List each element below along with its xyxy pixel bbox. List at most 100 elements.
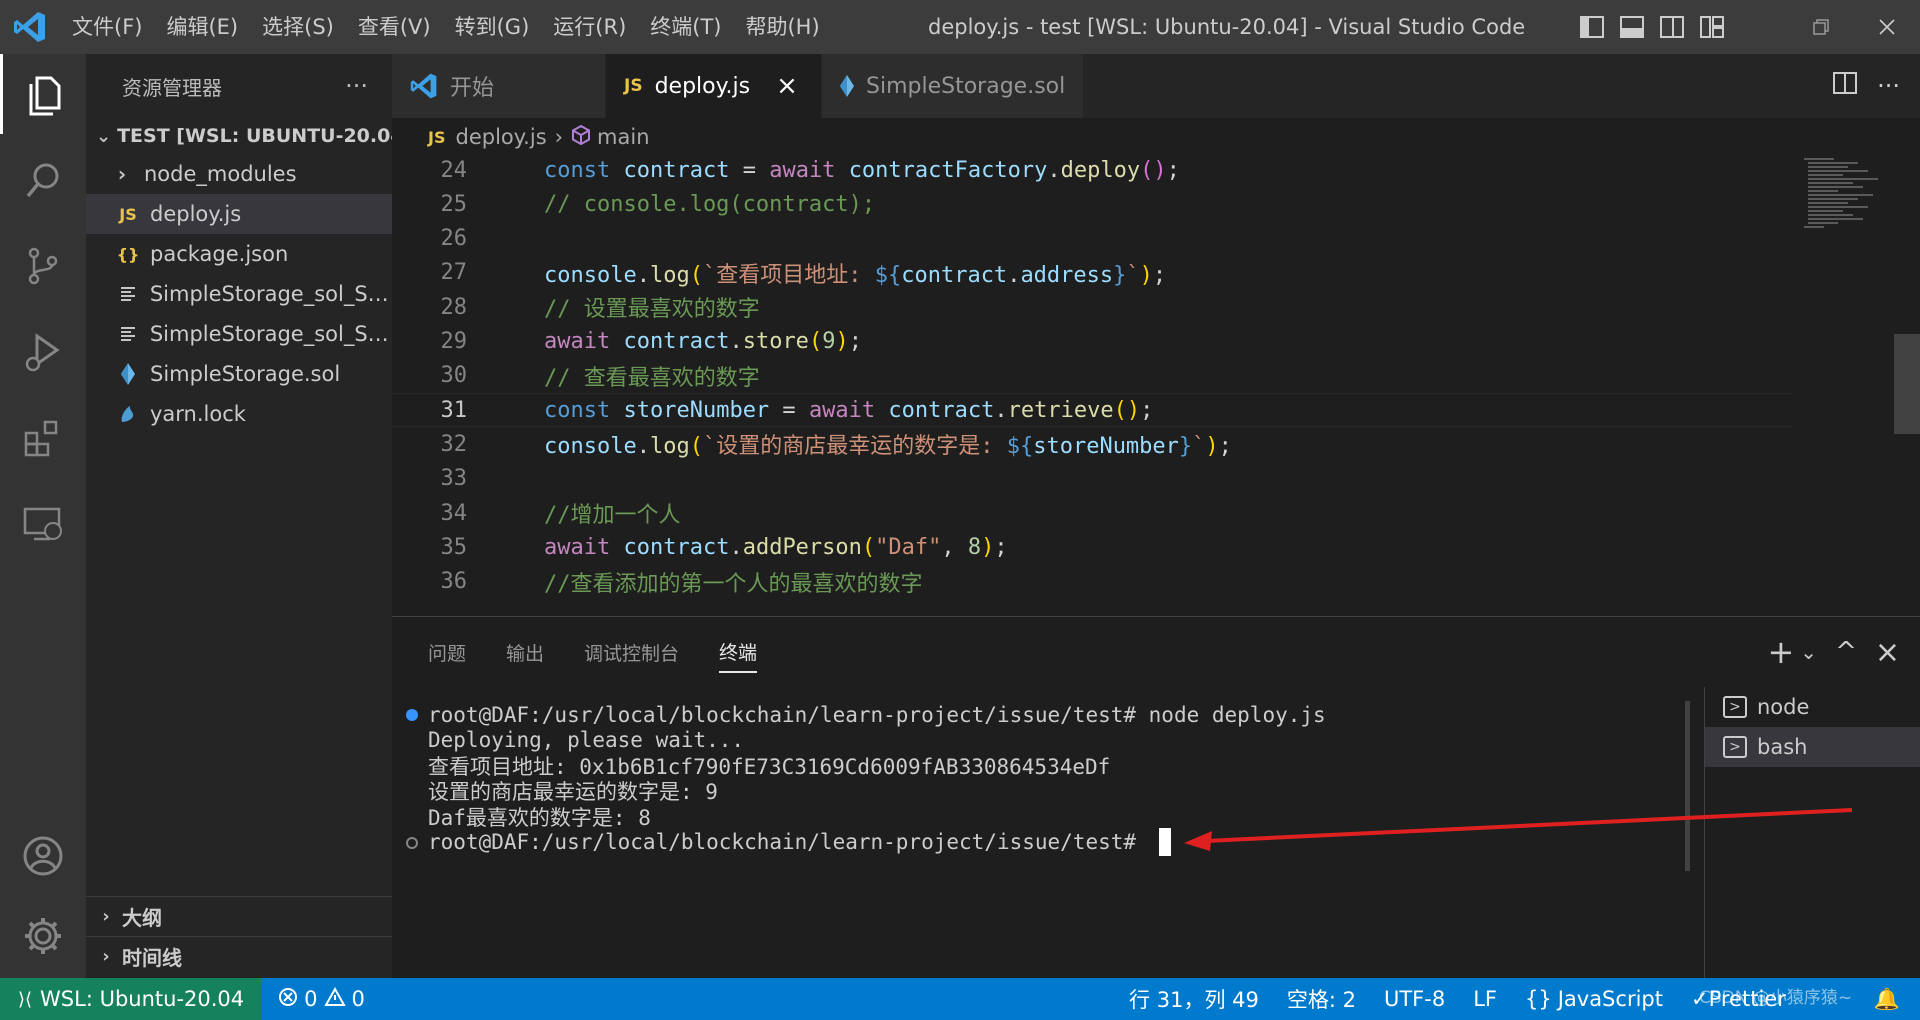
- explorer-icon[interactable]: [0, 54, 86, 134]
- remote-explorer-icon[interactable]: [0, 484, 86, 564]
- code-token: const: [544, 157, 624, 183]
- panel-tab[interactable]: 调试控制台: [584, 631, 679, 673]
- terminal-instance[interactable]: > bash: [1705, 727, 1920, 767]
- watermark: CSDN @小猿序猿~: [1698, 988, 1853, 1008]
- search-icon[interactable]: [0, 140, 86, 220]
- tree-item-label: SimpleStorage_sol_Si...: [149, 282, 392, 306]
- split-editor-icon[interactable]: [1833, 72, 1858, 100]
- code-token: ): [1205, 434, 1219, 460]
- sidebar-header: 资源管理器 ···: [86, 54, 392, 118]
- tree-item[interactable]: SimpleStorage.sol: [86, 354, 392, 394]
- code-line: 31 const storeNumber = await contract.ret…: [392, 393, 1792, 428]
- line-number: 34: [440, 500, 468, 526]
- panel-tab[interactable]: 输出: [506, 631, 544, 673]
- command-decoration-icon[interactable]: [406, 709, 418, 721]
- panel-tab[interactable]: 终端: [719, 631, 758, 673]
- code-token: 9: [822, 329, 836, 354]
- workspace-root-folder[interactable]: ⌄ TEST [WSL: UBUNTU-20.04]: [86, 118, 412, 154]
- chevron-right-icon: ›: [117, 162, 127, 186]
- terminal-instance[interactable]: > node: [1705, 687, 1920, 727]
- code-token: "Daf": [875, 534, 942, 560]
- code-text: console.log(`设置的商店最幸运的数字是: ${storeNumber…: [544, 428, 1232, 460]
- menu-item[interactable]: 帮助(H): [733, 0, 831, 54]
- terminal-text: root@DAF:/usr/local/blockchain/learn-pro…: [428, 702, 1326, 727]
- panel-tab[interactable]: 问题: [428, 631, 466, 673]
- manage-gear-icon[interactable]: [0, 896, 86, 976]
- code-token: (): [1113, 397, 1141, 423]
- outline-section[interactable]: › 大纲: [86, 896, 392, 936]
- terminal-instance-label: bash: [1757, 735, 1808, 759]
- close-window-icon[interactable]: [1854, 0, 1920, 54]
- terminal-text: root@DAF:/usr/local/blockchain/learn-pro…: [428, 830, 1149, 854]
- new-terminal-icon[interactable]: +: [1767, 633, 1794, 671]
- end-of-line[interactable]: LF: [1473, 987, 1497, 1011]
- window-title: deploy.js - test [WSL: Ubuntu-20.04] - V…: [928, 15, 1528, 39]
- notifications-bell-icon[interactable]: 🔔: [1874, 987, 1900, 1012]
- tab-welcome[interactable]: 开始: [392, 54, 606, 118]
- code-token: ${: [874, 262, 902, 288]
- prettier-status[interactable]: ✓Prettier CSDN @小猿序猿~: [1691, 987, 1852, 1011]
- close-panel-icon[interactable]: ×: [1875, 635, 1900, 670]
- tree-item[interactable]: yarn.lock: [86, 394, 392, 434]
- toggle-primary-sidebar-icon[interactable]: [1572, 0, 1612, 54]
- code-text: const contract = await contractFactory.d…: [544, 158, 1180, 183]
- language-mode[interactable]: {} JavaScript: [1525, 987, 1663, 1011]
- cursor-position[interactable]: 行 31，列 49: [1129, 984, 1259, 1014]
- tree-item-label: node_modules: [144, 162, 297, 186]
- code-text: await contract.store(9);: [544, 329, 862, 354]
- code-line: 34 //增加一个人: [392, 496, 1792, 530]
- encoding[interactable]: UTF-8: [1384, 987, 1445, 1011]
- language-label: JavaScript: [1557, 987, 1663, 1011]
- toggle-panel-icon[interactable]: [1612, 0, 1652, 54]
- tree-item[interactable]: SimpleStorage_sol_Si...: [86, 274, 392, 314]
- breadcrumb-symbol[interactable]: main: [597, 125, 649, 149]
- code-token: }: [1113, 262, 1127, 288]
- account-icon[interactable]: [0, 816, 86, 896]
- terminal-dropdown-icon[interactable]: ⌄: [1800, 640, 1817, 664]
- code-token: ;: [848, 329, 862, 354]
- menu-item[interactable]: 选择(S): [250, 0, 346, 54]
- maximize-panel-icon[interactable]: ^: [1835, 637, 1857, 667]
- code-token: addPerson: [742, 534, 862, 560]
- more-actions-icon[interactable]: ···: [345, 72, 368, 100]
- code-text: //增加一个人: [544, 497, 681, 529]
- timeline-section[interactable]: › 时间线: [86, 936, 392, 976]
- code-line: 26: [392, 222, 1792, 256]
- code-token: ;: [994, 534, 1008, 560]
- toggle-secondary-sidebar-icon[interactable]: [1652, 0, 1692, 54]
- menu-item[interactable]: 运行(R): [541, 0, 638, 54]
- restore-window-icon[interactable]: [1788, 0, 1854, 54]
- tree-item[interactable]: › node_modules: [86, 154, 392, 194]
- source-control-icon[interactable]: [0, 226, 86, 306]
- editor-scrollbar[interactable]: [1894, 334, 1920, 434]
- menu-item[interactable]: 查看(V): [346, 0, 443, 54]
- tree-item[interactable]: JS deploy.js: [86, 194, 392, 234]
- indentation[interactable]: 空格: 2: [1287, 984, 1356, 1014]
- more-actions-icon[interactable]: ···: [1877, 72, 1900, 100]
- remote-indicator[interactable]: ⟩⟨ WSL: Ubuntu-20.04: [0, 978, 263, 1020]
- code-token: await: [544, 329, 624, 354]
- tab-simplestorage-sol[interactable]: SimpleStorage.sol: [822, 54, 1084, 118]
- status-right: 行 31，列 49 空格: 2 UTF-8 LF {} JavaScript ✓P…: [1129, 978, 1900, 1020]
- close-tab-icon[interactable]: ×: [776, 71, 798, 101]
- tab-deploy-js[interactable]: JS deploy.js ×: [606, 54, 822, 118]
- tree-item[interactable]: SimpleStorage_sol_Si...: [86, 314, 392, 354]
- code-editor[interactable]: 24 const contract = await contractFactory…: [392, 156, 1920, 616]
- minimap[interactable]: [1800, 156, 1890, 256]
- menu-item[interactable]: 终端(T): [638, 0, 733, 54]
- vscode-logo-icon: [0, 0, 60, 54]
- problems-indicator[interactable]: 0 0: [278, 986, 365, 1012]
- code-token: contract: [623, 534, 730, 560]
- breadcrumb-file[interactable]: deploy.js: [455, 125, 546, 149]
- tree-item[interactable]: {} package.json: [86, 234, 392, 274]
- command-decoration-icon[interactable]: [406, 836, 418, 849]
- customize-layout-icon[interactable]: [1692, 0, 1732, 54]
- code-line: 29 await contract.store(9);: [392, 325, 1792, 359]
- menu-item[interactable]: 文件(F): [60, 0, 154, 54]
- code-token: await: [544, 534, 624, 560]
- menu-item[interactable]: 编辑(E): [154, 0, 250, 54]
- run-debug-icon[interactable]: [0, 312, 86, 392]
- extensions-icon[interactable]: [0, 398, 86, 478]
- menu-item[interactable]: 转到(G): [443, 0, 542, 54]
- js-file-icon: JS: [119, 204, 137, 224]
